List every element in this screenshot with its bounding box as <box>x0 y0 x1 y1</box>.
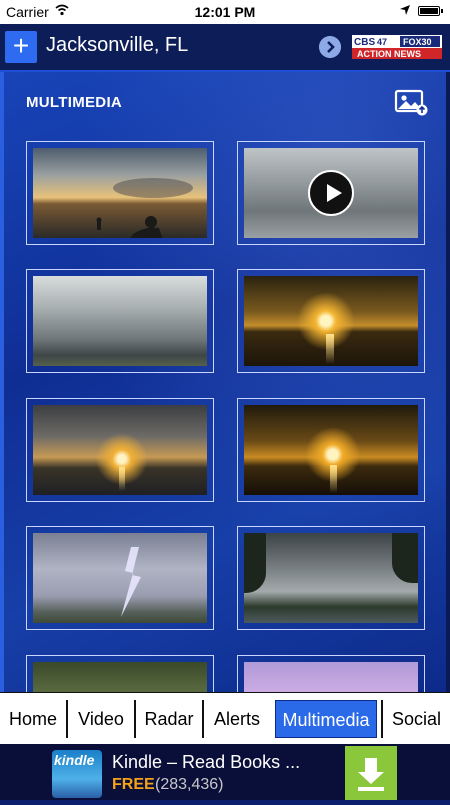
multimedia-panel[interactable]: MULTIMEDIA <box>4 72 446 692</box>
section-title: MULTIMEDIA <box>26 94 123 111</box>
location-title[interactable]: Jacksonville, FL <box>46 34 188 57</box>
ad-download-button[interactable] <box>345 746 397 800</box>
tab-label: Radar <box>144 709 194 729</box>
media-thumb-lake-sunset[interactable] <box>237 269 425 373</box>
ad-rating-count: (283,436) <box>155 776 224 793</box>
tab-multimedia[interactable]: Multimedia <box>275 700 377 738</box>
sun-reflection <box>119 467 125 491</box>
tree-silhouette <box>392 533 418 583</box>
tab-alerts[interactable]: Alerts <box>204 700 270 738</box>
surfer-sunset-photo <box>33 148 207 238</box>
tab-label: Multimedia <box>282 710 370 730</box>
lightning-bolt <box>121 547 141 617</box>
tab-video[interactable]: Video <box>68 700 136 738</box>
media-thumb-golden-sunset[interactable] <box>237 398 425 502</box>
media-thumb-dark-storm[interactable] <box>237 526 425 630</box>
trees-photo <box>33 662 207 692</box>
lake-sunset-photo <box>244 276 418 366</box>
logo-cbs: CBS <box>354 37 375 48</box>
media-thumb-cloudy-sunset[interactable] <box>26 398 214 502</box>
status-bar: Carrier 12:01 PM <box>0 0 450 24</box>
purple-sky-photo <box>244 662 418 692</box>
battery-icon <box>418 6 443 16</box>
location-arrow-icon <box>400 5 410 15</box>
tab-bar: Home Video Radar Alerts Multimedia Socia… <box>0 692 450 745</box>
lightning-photo <box>33 533 207 623</box>
sun-reflection <box>326 334 334 364</box>
tab-radar[interactable]: Radar <box>136 700 204 738</box>
kindle-app-icon[interactable]: kindle <box>52 750 102 798</box>
ad-title[interactable]: Kindle – Read Books ... <box>112 752 300 773</box>
media-thumb-purple-sky[interactable] <box>237 655 425 692</box>
kindle-icon-text: kindle <box>54 752 95 768</box>
app-header: + Jacksonville, FL CBS 47 FOX30 ACTION N… <box>0 24 450 72</box>
media-thumb-lightning[interactable] <box>26 526 214 630</box>
tab-social[interactable]: Social <box>381 700 450 738</box>
content-right-edge <box>446 72 450 692</box>
logo-action-news: ACTION NEWS <box>357 49 421 59</box>
dark-storm-photo <box>244 533 418 623</box>
tab-home[interactable]: Home <box>0 700 68 738</box>
play-icon[interactable] <box>308 170 354 216</box>
plus-icon: + <box>12 30 30 61</box>
logo-fox30: FOX30 <box>403 37 432 47</box>
chevron-right-icon[interactable] <box>319 36 341 58</box>
cloudy-sunset-photo <box>33 405 207 495</box>
shelf-cloud-photo <box>33 276 207 366</box>
download-icon <box>358 758 384 791</box>
station-logo: CBS 47 FOX30 ACTION NEWS <box>352 35 442 59</box>
surfer-silhouette <box>96 178 193 238</box>
media-thumb-surfer-sunset[interactable] <box>26 141 214 245</box>
logo-47: 47 <box>377 37 387 47</box>
storm-clouds-video <box>244 148 418 238</box>
media-thumb-shelf-cloud[interactable] <box>26 269 214 373</box>
media-thumb-storm-video[interactable] <box>237 141 425 245</box>
clock: 12:01 PM <box>194 4 256 20</box>
ad-price: FREE <box>112 776 155 793</box>
golden-sunset-photo <box>244 405 418 495</box>
tree-silhouette <box>244 533 266 593</box>
add-location-button[interactable]: + <box>5 31 37 63</box>
tab-label: Alerts <box>213 709 260 729</box>
media-thumb-trees[interactable] <box>26 655 214 692</box>
tab-label: Home <box>8 709 57 729</box>
image-upload-icon[interactable] <box>394 88 428 116</box>
tab-label: Video <box>78 709 124 729</box>
sun-reflection <box>330 465 337 493</box>
tab-label: Social <box>391 709 442 729</box>
